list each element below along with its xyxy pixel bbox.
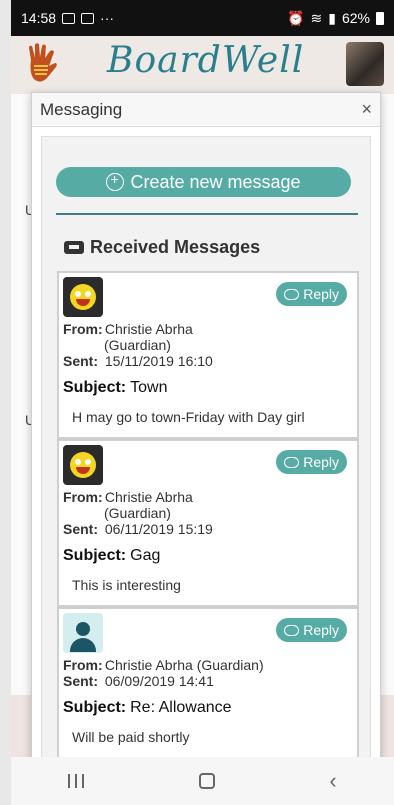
message-list: Reply From: Christie Abrha (Guardian) Se… <box>57 271 359 763</box>
reply-label: Reply <box>303 622 339 638</box>
sent-label: Sent: <box>63 353 98 369</box>
subject-text: Re: Allowance <box>130 699 232 716</box>
create-message-button[interactable]: Create new message <box>56 167 351 197</box>
sender-avatar <box>63 277 103 317</box>
menu-hand-icon[interactable] <box>25 42 61 86</box>
person-icon <box>76 622 90 636</box>
create-message-label: Create new message <box>130 171 301 192</box>
battery-percent: 62% <box>341 10 370 26</box>
wifi-icon: ≋ <box>310 9 323 26</box>
sender-name: Christie Abrha <box>104 321 193 337</box>
sender-role: (Guardian) <box>104 505 171 521</box>
subject-label: Subject: <box>63 547 127 564</box>
message-body: Will be paid shortly <box>72 729 190 745</box>
home-icon[interactable] <box>198 773 215 789</box>
message-meta: From: Christie Abrha (Guardian) Sent: 06… <box>63 489 213 537</box>
reply-button[interactable]: Reply <box>276 282 347 306</box>
emoji-face-icon <box>70 452 96 478</box>
modal-title: Messaging <box>40 99 123 119</box>
message-body: H may go to town-Friday with Day girl <box>72 409 305 425</box>
message-subject: Subject: Re: Allowance <box>63 699 232 717</box>
messaging-modal: Messaging × Create new message Received … <box>31 92 381 772</box>
reply-icon <box>284 624 300 636</box>
from-label: From: <box>63 657 103 673</box>
close-icon[interactable]: × <box>361 99 372 120</box>
gallery-icon <box>62 12 76 24</box>
sent-label: Sent: <box>63 521 98 537</box>
back-icon[interactable]: ‹ <box>329 768 336 794</box>
status-more: ··· <box>100 10 115 26</box>
app-logo[interactable]: BoardWell <box>107 40 304 81</box>
sender-avatar <box>63 613 103 653</box>
message-body: This is interesting <box>72 577 181 593</box>
modal-header: Messaging × <box>32 93 380 127</box>
person-icon-body <box>70 638 96 652</box>
modal-body: Create new message Received Messages Rep… <box>41 136 371 771</box>
reply-button[interactable]: Reply <box>276 618 347 642</box>
system-nav-bar: ‹ <box>11 757 394 805</box>
subject-text: Town <box>130 379 168 396</box>
sender-name: Christie Abrha <box>104 489 193 505</box>
message-subject: Subject: Gag <box>63 547 160 565</box>
battery-icon <box>376 11 384 25</box>
subject-label: Subject: <box>63 699 127 716</box>
from-label: From: <box>63 321 103 337</box>
sent-date: 06/11/2019 15:19 <box>104 521 213 537</box>
sent-date: 15/11/2019 16:10 <box>104 353 213 369</box>
status-time: 14:58 <box>21 10 57 26</box>
received-heading: Received Messages <box>64 237 260 258</box>
app-header: BoardWell <box>11 36 394 94</box>
reply-label: Reply <box>303 454 339 470</box>
reply-icon <box>284 456 300 468</box>
from-label: From: <box>63 489 103 505</box>
sender-avatar <box>63 445 103 485</box>
message-card[interactable]: Reply From: Christie Abrha (Guardian) Se… <box>57 439 359 607</box>
sent-label: Sent: <box>63 673 98 689</box>
received-heading-label: Received Messages <box>90 237 261 257</box>
new-message-icon <box>106 171 125 191</box>
subject-text: Gag <box>130 547 161 564</box>
message-subject: Subject: Town <box>63 379 167 397</box>
divider <box>56 213 358 215</box>
sent-date: 06/09/2019 14:41 <box>104 673 214 689</box>
message-meta: From: Christie Abrha (Guardian) Sent: 06… <box>63 657 264 689</box>
sender-role: (Guardian) <box>104 337 171 353</box>
emoji-face-icon <box>70 284 96 310</box>
subject-label: Subject: <box>63 379 127 396</box>
profile-avatar[interactable] <box>346 42 384 86</box>
message-card[interactable]: Reply From: Christie Abrha (Guardian) Se… <box>57 607 359 763</box>
alarm-icon: ⏰ <box>287 9 305 26</box>
recent-apps-icon[interactable] <box>68 774 85 788</box>
message-meta: From: Christie Abrha (Guardian) Sent: 15… <box>63 321 213 369</box>
notification-icon <box>81 12 95 24</box>
signal-icon: ▮ <box>328 9 336 26</box>
message-card[interactable]: Reply From: Christie Abrha (Guardian) Se… <box>57 271 359 439</box>
reply-button[interactable]: Reply <box>276 450 347 474</box>
reply-icon <box>284 288 300 300</box>
sender-name: Christie Abrha (Guardian) <box>104 657 264 673</box>
reply-label: Reply <box>303 286 339 302</box>
inbox-icon <box>64 241 84 254</box>
status-bar: 14:58 ··· ⏰ ≋ ▮ 62% <box>11 0 394 36</box>
